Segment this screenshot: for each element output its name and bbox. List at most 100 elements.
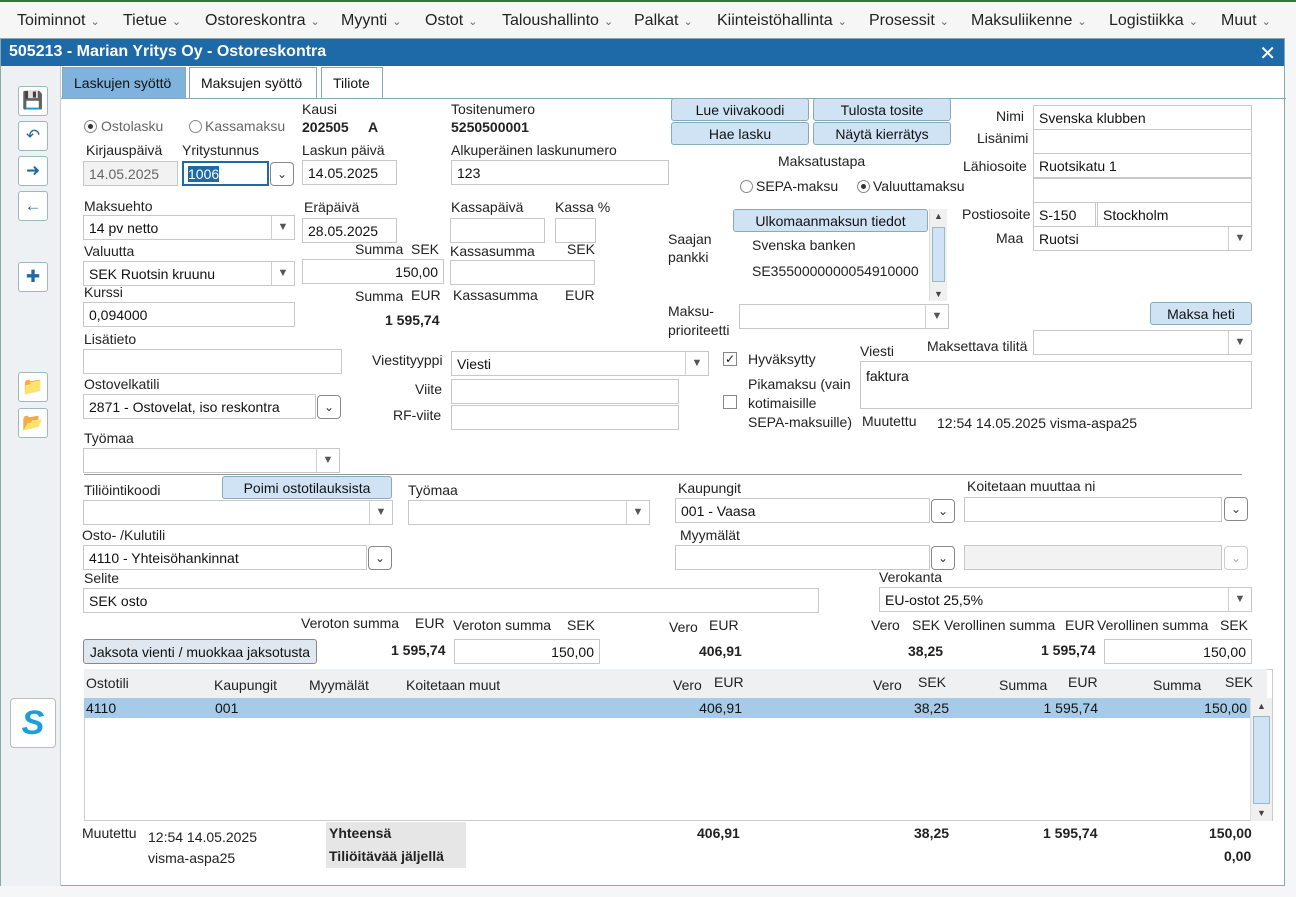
scroll-down-icon[interactable]: ▼ bbox=[1257, 808, 1266, 818]
menu-toiminnot[interactable]: Toiminnot ⌄ bbox=[17, 12, 100, 30]
window-titlebar: 505213 - Marian Yritys Oy - Ostoreskontr… bbox=[1, 39, 1284, 66]
kaupungit-field[interactable]: 001 - Vaasa bbox=[675, 498, 930, 523]
menu-logistiikka[interactable]: Logistiikka ⌄ bbox=[1109, 12, 1198, 30]
maksuprioriteetti-select[interactable]: ▼ bbox=[739, 304, 949, 329]
veroton-sek-field[interactable]: 150,00 bbox=[454, 639, 600, 664]
postitoimipaikka-field[interactable]: Stockholm bbox=[1097, 202, 1252, 227]
selite-field[interactable]: SEK osto bbox=[83, 588, 819, 613]
next-record-icon[interactable]: ➜ bbox=[18, 156, 48, 186]
lisatieto-field[interactable] bbox=[83, 349, 342, 374]
visma-logo-icon[interactable]: S bbox=[10, 698, 56, 748]
undo-icon[interactable]: ↶ bbox=[18, 121, 48, 151]
laskun-paiva-field[interactable]: 14.05.2025 bbox=[302, 160, 397, 185]
poimi-ostotilauksista-button[interactable]: Poimi ostotilauksista bbox=[222, 476, 392, 499]
kassapaiva-field[interactable] bbox=[450, 218, 545, 243]
viite-field[interactable] bbox=[451, 379, 679, 404]
postinumero-field[interactable]: S-150 bbox=[1033, 202, 1096, 227]
save-icon[interactable]: 💾 bbox=[18, 86, 48, 116]
tyomaa-select-top[interactable]: ▼ bbox=[83, 448, 340, 473]
grid-header-ostotili[interactable]: Ostotili bbox=[86, 675, 129, 691]
ostovelkatili-dropdown-icon[interactable]: ⌄ bbox=[317, 395, 341, 419]
scroll-up-icon[interactable]: ▲ bbox=[934, 211, 943, 221]
tab-laskujen-syotto[interactable]: Laskujen syöttö bbox=[62, 67, 186, 98]
grid-scrollbar[interactable]: ▲ ▼ bbox=[1250, 698, 1272, 821]
new-folder-icon[interactable]: 📂 bbox=[18, 408, 48, 438]
pikamaksu-checkbox[interactable] bbox=[723, 395, 737, 409]
viesti-textarea[interactable]: faktura bbox=[860, 361, 1252, 409]
myymalat-field[interactable] bbox=[675, 545, 930, 570]
close-icon[interactable]: ✕ bbox=[1259, 41, 1276, 66]
radio-valuuttamaksu[interactable] bbox=[857, 180, 870, 193]
scroll-thumb[interactable] bbox=[932, 227, 945, 282]
menu-tietue[interactable]: Tietue ⌄ bbox=[123, 12, 181, 30]
alkuperainen-laskunumero-field[interactable]: 123 bbox=[451, 160, 669, 185]
hae-lasku-button[interactable]: Hae lasku bbox=[671, 122, 809, 145]
maksa-heti-button[interactable]: Maksa heti bbox=[1150, 302, 1252, 325]
grid-header-vero-eur[interactable]: Vero bbox=[673, 677, 702, 693]
menu-maksuliikenne[interactable]: Maksuliikenne ⌄ bbox=[971, 12, 1087, 30]
maa-select[interactable]: Ruotsi ▼ bbox=[1033, 226, 1252, 251]
yritystunnus-field[interactable]: 1006 bbox=[182, 161, 269, 186]
kaupungit-dropdown-icon[interactable]: ⌄ bbox=[931, 499, 955, 523]
table-row[interactable]: 4110 001 406,91 38,25 1 595,74 150,00 bbox=[84, 698, 1250, 718]
maksuehto-select[interactable]: 14 pv netto ▼ bbox=[83, 215, 295, 240]
grid-header-summa-eur[interactable]: Summa bbox=[999, 677, 1047, 693]
ulkomaanmaksun-tiedot-button[interactable]: Ulkomaanmaksun tiedot bbox=[733, 209, 928, 232]
lisanimi-field[interactable] bbox=[1033, 129, 1252, 154]
menu-prosessit[interactable]: Prosessit ⌄ bbox=[869, 12, 949, 30]
menu-kiinteistohallinta[interactable]: Kiinteistöhallinta ⌄ bbox=[717, 12, 847, 30]
koitetaan-field[interactable] bbox=[964, 497, 1222, 522]
scroll-thumb[interactable] bbox=[1253, 716, 1270, 804]
grid-header-myymalat[interactable]: Myymälät bbox=[309, 677, 369, 693]
grid-header-vero-sek[interactable]: Vero bbox=[873, 677, 902, 693]
valuutta-select[interactable]: SEK Ruotsin kruunu ▼ bbox=[83, 261, 295, 286]
ostovelkatili-field[interactable]: 2871 - Ostovelat, iso reskontra bbox=[83, 394, 316, 419]
open-folder-icon[interactable]: 📁 bbox=[18, 372, 48, 402]
verokanta-select[interactable]: EU-ostot 25,5% ▼ bbox=[879, 587, 1252, 612]
menu-ostot[interactable]: Ostot ⌄ bbox=[425, 12, 477, 30]
radio-sepa-maksu[interactable] bbox=[740, 180, 753, 193]
radio-ostolasku[interactable] bbox=[84, 120, 97, 133]
grid-header-kaupungit[interactable]: Kaupungit bbox=[214, 677, 277, 693]
osto-kulutili-field[interactable]: 4110 - Yhteisöhankinnat bbox=[83, 545, 367, 570]
lue-viivakoodi-button[interactable]: Lue viivakoodi bbox=[671, 98, 809, 121]
menu-muut[interactable]: Muut ⌄ bbox=[1221, 12, 1271, 30]
lahiosoite-field-2[interactable] bbox=[1033, 178, 1252, 203]
koitetaan-dropdown-icon[interactable]: ⌄ bbox=[1224, 497, 1248, 521]
lahiosoite-field[interactable]: Ruotsikatu 1 bbox=[1033, 153, 1252, 178]
maksettava-tilita-select[interactable]: ▼ bbox=[1033, 330, 1252, 355]
myymalat-dropdown-icon[interactable]: ⌄ bbox=[931, 546, 955, 570]
summa-sek-field[interactable]: 150,00 bbox=[302, 259, 444, 284]
menu-palkat[interactable]: Palkat ⌄ bbox=[634, 12, 693, 30]
nimi-field[interactable]: Svenska klubben bbox=[1033, 105, 1252, 130]
viestityyppi-select[interactable]: Viesti ▼ bbox=[451, 351, 709, 376]
previous-record-icon[interactable]: ← bbox=[18, 191, 48, 221]
tulosta-tosite-button[interactable]: Tulosta tosite bbox=[813, 98, 951, 121]
jaksota-vienti-button[interactable]: Jaksota vienti / muokkaa jaksotusta bbox=[83, 639, 317, 664]
scroll-down-icon[interactable]: ▼ bbox=[934, 289, 943, 299]
scroll-up-icon[interactable]: ▲ bbox=[1257, 701, 1266, 711]
tab-tiliote[interactable]: Tiliote bbox=[321, 67, 383, 98]
osto-kulutili-dropdown-icon[interactable]: ⌄ bbox=[368, 546, 392, 570]
nayta-kierratys-button[interactable]: Näytä kierrätys bbox=[813, 122, 951, 145]
kassa-pct-field[interactable] bbox=[555, 218, 596, 243]
yritystunnus-dropdown-icon[interactable]: ⌄ bbox=[270, 162, 294, 186]
hyvaksytty-checkbox[interactable]: ✓ bbox=[723, 352, 737, 366]
tyomaa-select[interactable]: ▼ bbox=[408, 500, 650, 525]
saajan-pankki-scrollbar[interactable]: ▲ ▼ bbox=[929, 209, 947, 301]
tab-maksujen-syotto[interactable]: Maksujen syöttö bbox=[189, 67, 317, 98]
radio-kassamaksu[interactable] bbox=[189, 120, 202, 133]
menu-ostoreskontra[interactable]: Ostoreskontra ⌄ bbox=[205, 12, 320, 30]
new-document-icon[interactable]: ✚ bbox=[18, 262, 48, 292]
kurssi-field[interactable]: 0,094000 bbox=[83, 302, 295, 327]
grid-header-summa-sek[interactable]: Summa bbox=[1153, 677, 1201, 693]
verollinen-sek-field[interactable]: 150,00 bbox=[1104, 639, 1252, 664]
menu-myynti[interactable]: Myynti ⌄ bbox=[341, 12, 401, 30]
tiliointikoodi-select[interactable]: ▼ bbox=[83, 500, 393, 525]
menu-taloushallinto[interactable]: Taloushallinto ⌄ bbox=[502, 12, 613, 30]
kirjauspaiva-field[interactable]: 14.05.2025 bbox=[83, 161, 178, 186]
rf-viite-field[interactable] bbox=[451, 405, 679, 430]
kassasumma-sek-field[interactable] bbox=[450, 260, 595, 285]
grid-header-koitetaan[interactable]: Koitetaan muut bbox=[406, 677, 500, 693]
erapaiva-field[interactable]: 28.05.2025 bbox=[302, 218, 397, 243]
